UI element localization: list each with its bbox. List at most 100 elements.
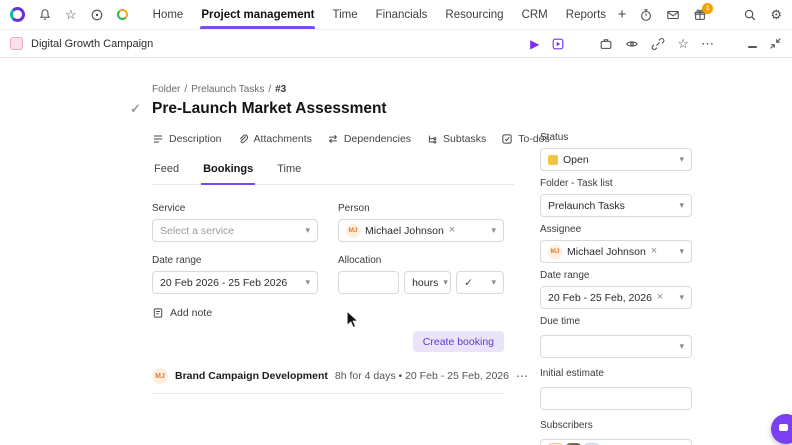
breadcrumb: Folder / Prelaunch Tasks / #3: [152, 84, 520, 95]
nav-item-crm[interactable]: CRM: [513, 0, 557, 29]
remove-person-icon[interactable]: ×: [449, 225, 455, 236]
tab-time[interactable]: Time: [275, 158, 303, 184]
settings-gear-icon[interactable]: ⚙: [770, 8, 782, 21]
chevron-down-icon: ▾: [443, 277, 448, 287]
breadcrumb-task-number: #3: [275, 84, 287, 95]
project-icon: [10, 37, 23, 50]
notifications-icon[interactable]: [38, 8, 52, 22]
service-label: Service: [152, 203, 186, 214]
add-icon[interactable]: +: [618, 6, 627, 23]
chevron-down-icon: ▾: [679, 200, 684, 210]
nav-item-reports[interactable]: Reports: [557, 0, 615, 29]
booking-form: Service Select a service ▾ Person MJ Mic…: [152, 203, 504, 352]
favorites-icon[interactable]: ☆: [65, 8, 77, 21]
service-select[interactable]: Select a service ▾: [152, 219, 318, 242]
assignee-label: Assignee: [540, 224, 582, 235]
note-icon: [153, 308, 163, 318]
topbar-right-icons: + 1 ⚙: [618, 0, 782, 29]
search-icon[interactable]: [743, 8, 757, 22]
minimize-icon[interactable]: [748, 40, 757, 48]
allocation-unit-select[interactable]: hours ▾: [404, 271, 452, 294]
date-range-select[interactable]: 20 Feb 2026 - 25 Feb 2026 ▾: [152, 271, 318, 294]
top-navigation-bar: ☆ Home Project management Time Financial…: [0, 0, 792, 30]
app-window: ☆ Home Project management Time Financial…: [0, 0, 792, 445]
chevron-down-icon: ▾: [679, 246, 684, 256]
topbar-left-icons: ☆: [10, 0, 128, 29]
complete-check-icon[interactable]: ✓: [128, 101, 143, 117]
due-time-label: Due time: [540, 316, 581, 327]
initial-estimate-label: Initial estimate: [540, 368, 604, 379]
open-in-planner-icon[interactable]: [551, 37, 565, 51]
notification-badge: 1: [702, 2, 714, 14]
tab-feed[interactable]: Feed: [152, 158, 181, 184]
assignee-select[interactable]: MJ Michael Johnson × ▾: [540, 240, 692, 263]
discover-icon[interactable]: [90, 8, 104, 22]
chat-widget-button[interactable]: [771, 414, 792, 444]
dependencies-button[interactable]: Dependencies: [327, 133, 411, 145]
chevron-down-icon: ▾: [491, 277, 496, 287]
chevron-down-icon: ▾: [491, 225, 496, 235]
nav-item-resourcing[interactable]: Resourcing: [436, 0, 512, 29]
booking-details: 8h for 4 days • 20 Feb - 25 Feb, 2026: [334, 370, 509, 382]
breadcrumb-task-list[interactable]: Prelaunch Tasks: [191, 84, 264, 95]
date-range-label: Date range: [152, 255, 202, 266]
tab-bookings[interactable]: Bookings: [201, 158, 256, 185]
status-select[interactable]: Open ▾: [540, 148, 692, 171]
status-label: Status: [540, 132, 569, 143]
start-timer-play-icon[interactable]: ▶: [530, 37, 539, 51]
main-nav: Home Project management Time Financials …: [144, 0, 615, 29]
panel-date-range-label: Date range: [540, 270, 590, 281]
attachments-button[interactable]: Attachments: [237, 133, 312, 145]
allocation-label: Allocation: [338, 255, 382, 266]
nav-item-home[interactable]: Home: [144, 0, 193, 29]
subtasks-icon: [428, 135, 437, 144]
breadcrumb-separator: /: [268, 84, 272, 95]
description-icon: [153, 135, 163, 143]
create-booking-button[interactable]: Create booking: [412, 331, 504, 352]
allocation-input[interactable]: [338, 271, 400, 294]
panel-date-range-select[interactable]: 20 Feb - 25 Feb, 2026 × ▾: [540, 286, 692, 309]
project-title[interactable]: Digital Growth Campaign: [31, 38, 153, 50]
whats-new-icon[interactable]: 1: [693, 2, 714, 22]
more-options-icon[interactable]: ⋯: [701, 37, 714, 50]
nav-item-financials[interactable]: Financials: [367, 0, 437, 29]
dependencies-icon: [328, 134, 337, 144]
nav-item-time[interactable]: Time: [323, 0, 366, 29]
person-label: Person: [338, 203, 370, 214]
briefcase-icon[interactable]: [599, 37, 613, 51]
folder-tasklist-label: Folder - Task list: [540, 178, 613, 189]
timer-icon[interactable]: [639, 8, 653, 22]
window-bar-actions: ▶ ☆ ⋯: [530, 37, 782, 51]
todos-icon: [502, 134, 512, 144]
messages-icon[interactable]: [666, 8, 680, 22]
avatar: MJ: [346, 223, 360, 238]
add-note-button[interactable]: Add note: [152, 307, 504, 319]
date-range-value: 20 Feb 2026 - 25 Feb 2026: [160, 276, 288, 289]
favorite-star-icon[interactable]: ☆: [677, 37, 689, 50]
breadcrumb-folder[interactable]: Folder: [152, 84, 180, 95]
chevron-down-icon: ▾: [679, 341, 684, 351]
paperclip-icon: [239, 134, 248, 144]
app-logo-icon[interactable]: [10, 7, 25, 22]
folder-tasklist-select[interactable]: Prelaunch Tasks ▾: [540, 194, 692, 217]
allocation-confirm-select[interactable]: ✓ ▾: [456, 271, 504, 294]
booking-list-item[interactable]: MJ Brand Campaign Development 8h for 4 d…: [152, 368, 528, 394]
nav-item-project-management[interactable]: Project management: [192, 0, 323, 29]
status-color-icon: [548, 154, 558, 165]
subtasks-button[interactable]: Subtasks: [426, 133, 486, 145]
due-time-select[interactable]: ▾: [540, 335, 692, 358]
collapse-window-icon[interactable]: [769, 37, 782, 50]
assignee-value: Michael Johnson: [567, 245, 646, 258]
task-title-row: ✓ Pre-Launch Market Assessment: [128, 100, 520, 118]
copy-link-icon[interactable]: [651, 37, 665, 51]
clear-date-range-icon[interactable]: ×: [657, 292, 663, 303]
person-select[interactable]: MJ Michael Johnson × ▾: [338, 219, 504, 242]
subscribers-select[interactable]: MJ JE ▾: [540, 439, 692, 445]
booking-more-icon[interactable]: ⋯: [516, 369, 528, 383]
remove-assignee-icon[interactable]: ×: [651, 246, 657, 257]
booking-title: Brand Campaign Development: [175, 370, 328, 382]
panel-date-range-value: 20 Feb - 25 Feb, 2026: [548, 291, 652, 304]
description-button[interactable]: Description: [152, 133, 222, 145]
watchers-eye-icon[interactable]: [625, 37, 639, 51]
initial-estimate-input[interactable]: [540, 387, 692, 410]
